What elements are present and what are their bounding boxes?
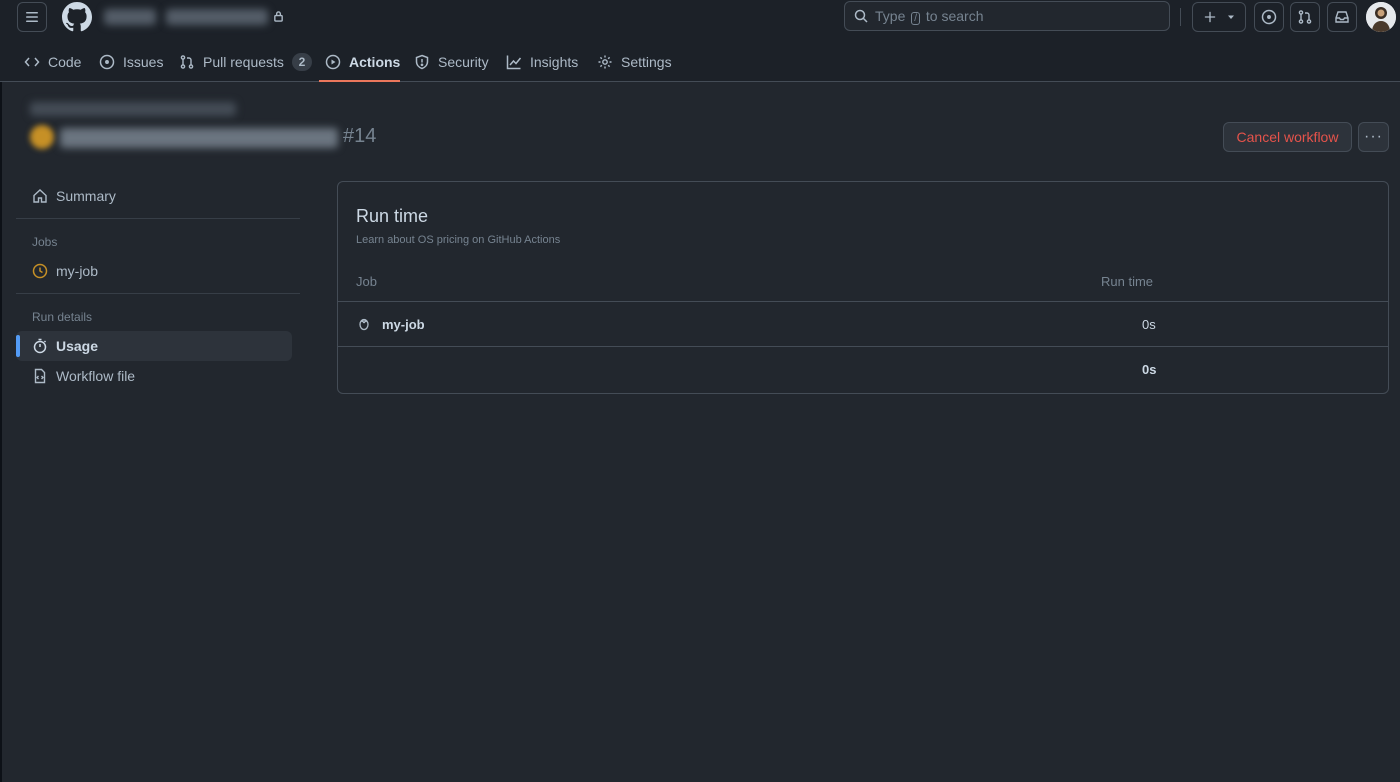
tab-settings[interactable]: Settings (597, 42, 672, 82)
sidebar-item-label: Workflow file (56, 368, 136, 384)
plus-icon (1204, 11, 1216, 23)
inbox-button[interactable] (1327, 2, 1357, 32)
tab-security[interactable]: Security (414, 42, 489, 82)
file-code-icon (34, 368, 46, 384)
sidebar-item-summary[interactable]: Summary (16, 181, 292, 211)
search-placeholder-post: to search (925, 7, 984, 24)
hamburger-icon (26, 12, 38, 22)
search-input[interactable]: Type / to search (844, 1, 1170, 31)
column-header-run-time: Run time (1101, 274, 1154, 289)
tab-code[interactable]: Code (24, 42, 81, 82)
triangle-down-icon (1228, 15, 1234, 19)
sidebar-item-label: my-job (56, 263, 99, 279)
os-pricing-link[interactable]: Learn about OS pricing on GitHub Actions (356, 234, 560, 246)
shield-icon (415, 54, 429, 70)
workflow-name-redacted[interactable] (30, 102, 236, 116)
inbox-icon (1335, 11, 1349, 23)
search-placeholder-pre: Type (875, 7, 906, 24)
cancel-workflow-button[interactable]: Cancel workflow (1223, 122, 1352, 152)
table-divider (338, 301, 1388, 302)
lock-icon (274, 11, 283, 22)
header-divider (1180, 8, 1181, 26)
linux-tux-icon (359, 318, 369, 331)
table-divider (338, 346, 1388, 347)
git-pull-request-icon (180, 55, 194, 69)
github-logo-icon[interactable] (62, 2, 92, 32)
sidebar-item-job[interactable]: my-job (16, 256, 292, 286)
pull-requests-button[interactable] (1290, 2, 1320, 32)
repo-name-redacted[interactable] (166, 9, 268, 25)
stopwatch-icon (33, 338, 47, 354)
create-new-button[interactable] (1192, 2, 1246, 32)
run-time-panel: Run time Learn about OS pricing on GitHu… (337, 181, 1389, 394)
tab-label: Settings (621, 54, 672, 70)
search-shortcut-key: / (911, 11, 921, 25)
tab-label: Security (438, 54, 489, 70)
tab-label: Actions (349, 54, 401, 70)
issues-button[interactable] (1254, 2, 1284, 32)
tab-label: Insights (530, 54, 579, 70)
active-tab-indicator (319, 80, 400, 82)
git-pull-request-icon (1298, 10, 1312, 24)
global-header: Type / to search Code Issues Pull reques… (0, 0, 1400, 82)
sidebar-item-label: Usage (56, 338, 99, 354)
total-run-time: 0s (1142, 362, 1157, 377)
tab-actions[interactable]: Actions (325, 42, 400, 82)
job-run-time: 0s (1142, 317, 1156, 332)
kebab-horizontal-icon: ··· (1364, 128, 1383, 145)
tab-insights[interactable]: Insights (506, 42, 578, 82)
code-icon (24, 57, 40, 67)
home-icon (33, 189, 47, 203)
owner-name-redacted[interactable] (104, 9, 156, 25)
tab-label: Pull requests (203, 54, 284, 70)
search-icon (854, 9, 868, 23)
issue-opened-icon (99, 54, 115, 70)
sidebar-divider (16, 293, 300, 294)
run-title-redacted (60, 128, 338, 148)
graph-icon (506, 55, 522, 70)
run-details-heading: Run details (32, 310, 93, 324)
sidebar-item-label: Summary (56, 188, 116, 204)
sidebar-divider (16, 218, 300, 219)
job-name[interactable]: my-job (382, 317, 425, 332)
gear-icon (598, 55, 612, 69)
tab-label: Issues (123, 54, 164, 70)
in-progress-status-icon (30, 125, 54, 149)
panel-title: Run time (356, 206, 429, 226)
clock-icon (32, 263, 48, 279)
issue-opened-icon (1261, 9, 1277, 25)
user-avatar[interactable] (1366, 2, 1396, 32)
window-edge (0, 0, 2, 782)
repo-nav: Code Issues Pull requests 2 Actions Secu… (0, 42, 1400, 82)
avatar-image-icon (1366, 2, 1396, 32)
pull-requests-count-badge: 2 (291, 53, 312, 71)
run-number: #14 (343, 125, 377, 147)
tab-label: Code (48, 54, 82, 70)
column-header-job: Job (356, 274, 377, 289)
jobs-heading: Jobs (32, 235, 58, 249)
play-icon (325, 54, 341, 70)
sidebar-item-usage[interactable]: Usage (16, 331, 292, 361)
more-options-button[interactable]: ··· (1358, 122, 1389, 152)
sidebar-item-workflow-file[interactable]: Workflow file (16, 361, 292, 391)
tab-issues[interactable]: Issues (99, 42, 163, 82)
tab-pull-requests[interactable]: Pull requests 2 (179, 42, 312, 82)
menu-button[interactable] (17, 2, 47, 32)
